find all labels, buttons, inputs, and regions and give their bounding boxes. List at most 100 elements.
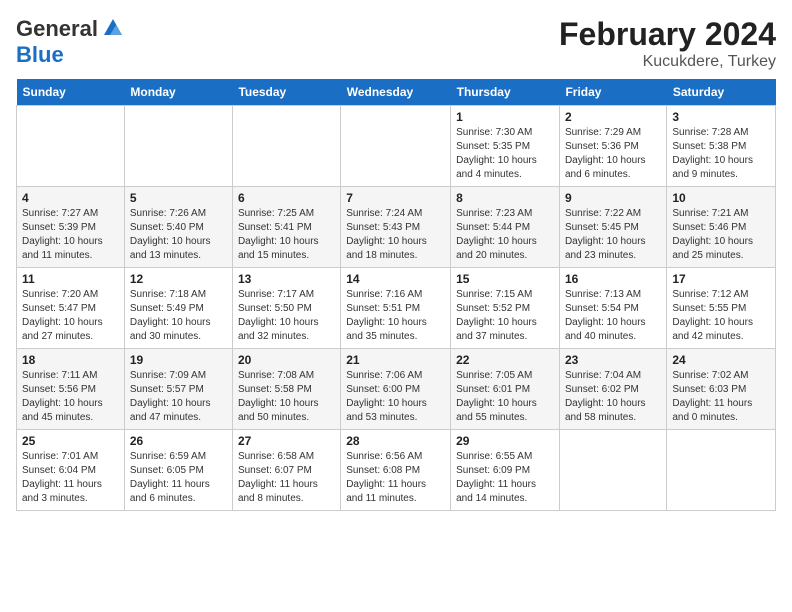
calendar-cell: 27Sunrise: 6:58 AM Sunset: 6:07 PM Dayli…: [232, 430, 340, 511]
calendar-cell: [667, 430, 776, 511]
day-info: Sunrise: 6:56 AM Sunset: 6:08 PM Dayligh…: [346, 450, 445, 506]
day-number: 22: [456, 353, 554, 367]
calendar-cell: 14Sunrise: 7:16 AM Sunset: 5:51 PM Dayli…: [341, 268, 451, 349]
day-info: Sunrise: 7:12 AM Sunset: 5:55 PM Dayligh…: [672, 288, 770, 344]
calendar-cell: 9 Sunrise: 7:22 AM Sunset: 5:45 PM Daylig…: [559, 187, 666, 268]
header-day-tuesday: Tuesday: [232, 79, 340, 106]
day-number: 27: [238, 434, 335, 448]
day-info: Sunrise: 7:28 AM Sunset: 5:38 PM Dayligh…: [672, 126, 770, 182]
day-info: Sunrise: 7:26 AM Sunset: 5:40 PM Dayligh…: [130, 207, 227, 263]
day-info: Sunrise: 7:20 AM Sunset: 5:47 PM Dayligh…: [22, 288, 119, 344]
calendar-cell: 2 Sunrise: 7:29 AM Sunset: 5:36 PM Daylig…: [559, 106, 666, 187]
calendar-cell: 22Sunrise: 7:05 AM Sunset: 6:01 PM Dayli…: [451, 349, 560, 430]
day-number: 24: [672, 353, 770, 367]
calendar-cell: 23 Sunrise: 7:04 AM Sunset: 6:02 PM Dayli…: [559, 349, 666, 430]
day-info: Sunrise: 7:30 AM Sunset: 5:35 PM Dayligh…: [456, 126, 554, 182]
day-number: 12: [130, 272, 227, 286]
day-number: 29: [456, 434, 554, 448]
calendar-title: February 2024: [559, 16, 776, 53]
day-info: Sunrise: 6:55 AM Sunset: 6:09 PM Dayligh…: [456, 450, 554, 506]
logo-blue-text: Blue: [16, 42, 64, 67]
calendar-cell: 25Sunrise: 7:01 AM Sunset: 6:04 PM Dayli…: [17, 430, 125, 511]
title-block: February 2024 Kucukdere, Turkey: [559, 16, 776, 71]
day-info: Sunrise: 7:17 AM Sunset: 5:50 PM Dayligh…: [238, 288, 335, 344]
calendar-cell: 28 Sunrise: 6:56 AM Sunset: 6:08 PM Dayli…: [341, 430, 451, 511]
day-number: 28: [346, 434, 445, 448]
day-number: 11: [22, 272, 119, 286]
calendar-cell: 12 Sunrise: 7:18 AM Sunset: 5:49 PM Dayli…: [124, 268, 232, 349]
day-number: 26: [130, 434, 227, 448]
calendar-cell: 4 Sunrise: 7:27 AM Sunset: 5:39 PM Daylig…: [17, 187, 125, 268]
day-number: 17: [672, 272, 770, 286]
header-day-wednesday: Wednesday: [341, 79, 451, 106]
header-day-saturday: Saturday: [667, 79, 776, 106]
calendar-cell: 6Sunrise: 7:25 AM Sunset: 5:41 PM Daylig…: [232, 187, 340, 268]
calendar-cell: 21Sunrise: 7:06 AM Sunset: 6:00 PM Dayli…: [341, 349, 451, 430]
calendar-cell: 8 Sunrise: 7:23 AM Sunset: 5:44 PM Daylig…: [451, 187, 560, 268]
day-info: Sunrise: 7:16 AM Sunset: 5:51 PM Dayligh…: [346, 288, 445, 344]
calendar-cell: 29 Sunrise: 6:55 AM Sunset: 6:09 PM Dayli…: [451, 430, 560, 511]
day-info: Sunrise: 7:13 AM Sunset: 5:54 PM Dayligh…: [565, 288, 661, 344]
day-number: 2: [565, 110, 661, 124]
day-info: Sunrise: 7:23 AM Sunset: 5:44 PM Dayligh…: [456, 207, 554, 263]
calendar-week-2: 4 Sunrise: 7:27 AM Sunset: 5:39 PM Daylig…: [17, 187, 776, 268]
day-info: Sunrise: 6:59 AM Sunset: 6:05 PM Dayligh…: [130, 450, 227, 506]
day-info: Sunrise: 7:09 AM Sunset: 5:57 PM Dayligh…: [130, 369, 227, 425]
calendar-subtitle: Kucukdere, Turkey: [559, 53, 776, 71]
day-info: Sunrise: 7:29 AM Sunset: 5:36 PM Dayligh…: [565, 126, 661, 182]
day-info: Sunrise: 7:27 AM Sunset: 5:39 PM Dayligh…: [22, 207, 119, 263]
day-info: Sunrise: 7:02 AM Sunset: 6:03 PM Dayligh…: [672, 369, 770, 425]
calendar-cell: 7Sunrise: 7:24 AM Sunset: 5:43 PM Daylig…: [341, 187, 451, 268]
calendar-cell: 20 Sunrise: 7:08 AM Sunset: 5:58 PM Dayli…: [232, 349, 340, 430]
day-number: 23: [565, 353, 661, 367]
calendar-cell: 11 Sunrise: 7:20 AM Sunset: 5:47 PM Dayli…: [17, 268, 125, 349]
calendar-cell: [341, 106, 451, 187]
header-day-monday: Monday: [124, 79, 232, 106]
day-number: 13: [238, 272, 335, 286]
calendar-cell: [124, 106, 232, 187]
logo-icon: [102, 17, 124, 39]
calendar-cell: 5 Sunrise: 7:26 AM Sunset: 5:40 PM Daylig…: [124, 187, 232, 268]
calendar-cell: [559, 430, 666, 511]
day-number: 5: [130, 191, 227, 205]
day-info: Sunrise: 7:11 AM Sunset: 5:56 PM Dayligh…: [22, 369, 119, 425]
day-number: 9: [565, 191, 661, 205]
day-number: 3: [672, 110, 770, 124]
calendar-cell: 3 Sunrise: 7:28 AM Sunset: 5:38 PM Daylig…: [667, 106, 776, 187]
logo-general-text: General: [16, 16, 98, 42]
day-number: 4: [22, 191, 119, 205]
day-number: 25: [22, 434, 119, 448]
calendar-cell: 24 Sunrise: 7:02 AM Sunset: 6:03 PM Dayli…: [667, 349, 776, 430]
header-row: SundayMondayTuesdayWednesdayThursdayFrid…: [17, 79, 776, 106]
day-number: 19: [130, 353, 227, 367]
logo: General Blue: [16, 16, 124, 68]
day-number: 8: [456, 191, 554, 205]
day-number: 15: [456, 272, 554, 286]
header-day-friday: Friday: [559, 79, 666, 106]
day-number: 18: [22, 353, 119, 367]
calendar-cell: 10Sunrise: 7:21 AM Sunset: 5:46 PM Dayli…: [667, 187, 776, 268]
calendar-cell: 16 Sunrise: 7:13 AM Sunset: 5:54 PM Dayli…: [559, 268, 666, 349]
day-info: Sunrise: 7:06 AM Sunset: 6:00 PM Dayligh…: [346, 369, 445, 425]
day-number: 7: [346, 191, 445, 205]
calendar-cell: 18 Sunrise: 7:11 AM Sunset: 5:56 PM Dayli…: [17, 349, 125, 430]
calendar-week-5: 25Sunrise: 7:01 AM Sunset: 6:04 PM Dayli…: [17, 430, 776, 511]
day-number: 10: [672, 191, 770, 205]
day-info: Sunrise: 7:08 AM Sunset: 5:58 PM Dayligh…: [238, 369, 335, 425]
calendar-week-3: 11 Sunrise: 7:20 AM Sunset: 5:47 PM Dayli…: [17, 268, 776, 349]
day-info: Sunrise: 7:18 AM Sunset: 5:49 PM Dayligh…: [130, 288, 227, 344]
calendar-cell: [232, 106, 340, 187]
day-number: 16: [565, 272, 661, 286]
day-number: 20: [238, 353, 335, 367]
day-number: 1: [456, 110, 554, 124]
calendar-cell: 26 Sunrise: 6:59 AM Sunset: 6:05 PM Dayli…: [124, 430, 232, 511]
calendar-cell: 19 Sunrise: 7:09 AM Sunset: 5:57 PM Dayli…: [124, 349, 232, 430]
day-info: Sunrise: 7:15 AM Sunset: 5:52 PM Dayligh…: [456, 288, 554, 344]
calendar-cell: [17, 106, 125, 187]
day-info: Sunrise: 7:04 AM Sunset: 6:02 PM Dayligh…: [565, 369, 661, 425]
day-number: 6: [238, 191, 335, 205]
calendar-cell: 1 Sunrise: 7:30 AM Sunset: 5:35 PM Daylig…: [451, 106, 560, 187]
calendar-cell: 15 Sunrise: 7:15 AM Sunset: 5:52 PM Dayli…: [451, 268, 560, 349]
calendar-cell: 13 Sunrise: 7:17 AM Sunset: 5:50 PM Dayli…: [232, 268, 340, 349]
day-info: Sunrise: 7:22 AM Sunset: 5:45 PM Dayligh…: [565, 207, 661, 263]
